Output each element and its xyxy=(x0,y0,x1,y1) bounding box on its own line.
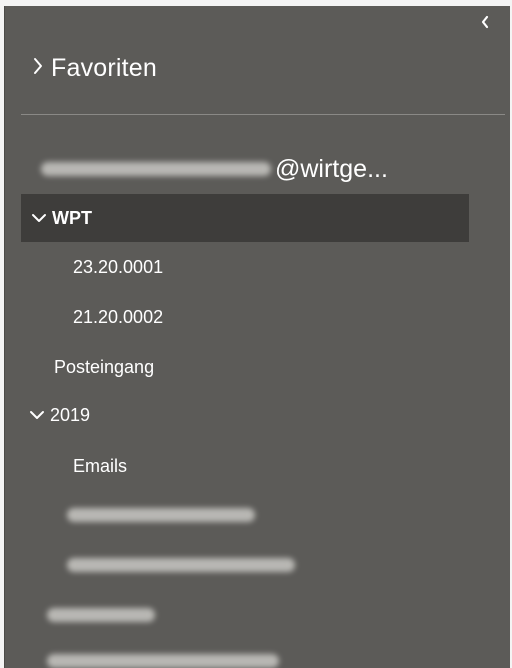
folder-label: WPT xyxy=(52,207,92,228)
account-email-domain: @wirtge... xyxy=(275,154,388,183)
redacted-folder-label xyxy=(47,608,155,622)
redacted-folder[interactable] xyxy=(47,646,279,668)
folder-wpt[interactable]: WPT xyxy=(21,194,469,242)
chevron-down-icon xyxy=(29,405,47,426)
folder-posteingang[interactable]: Posteingang xyxy=(54,343,154,391)
chevron-left-icon xyxy=(481,15,489,29)
redacted-folder[interactable] xyxy=(67,500,255,530)
chevron-right-icon xyxy=(31,56,47,81)
folder-2019[interactable]: 2019 xyxy=(29,391,90,439)
folder-23-20-0001[interactable]: 23.20.0001 xyxy=(73,243,163,291)
redacted-account-name xyxy=(41,162,271,176)
folder-label: 2019 xyxy=(50,404,91,425)
folder-label: 23.20.0001 xyxy=(73,256,164,277)
folder-label: Posteingang xyxy=(54,356,155,377)
redacted-folder-label xyxy=(47,654,279,668)
window-frame: Favoriten @wirtge... WPT 23.20.0001 21.2… xyxy=(0,0,512,668)
collapse-pane-button[interactable] xyxy=(475,14,495,36)
redacted-folder-label xyxy=(67,558,295,572)
folder-label: Emails xyxy=(73,455,128,476)
folder-label: 21.20.0002 xyxy=(73,306,164,327)
favorites-section[interactable]: Favoriten xyxy=(31,46,157,90)
account-header[interactable]: @wirtge... xyxy=(41,149,388,189)
redacted-folder[interactable] xyxy=(47,600,155,630)
favorites-label: Favoriten xyxy=(51,53,158,82)
folder-pane: Favoriten @wirtge... WPT 23.20.0001 21.2… xyxy=(4,6,510,668)
redacted-folder-label xyxy=(67,508,255,522)
folder-emails[interactable]: Emails xyxy=(73,442,127,490)
section-divider xyxy=(21,114,505,115)
chevron-down-icon xyxy=(31,208,49,229)
folder-21-20-0002[interactable]: 21.20.0002 xyxy=(73,293,163,341)
redacted-folder[interactable] xyxy=(67,550,295,580)
